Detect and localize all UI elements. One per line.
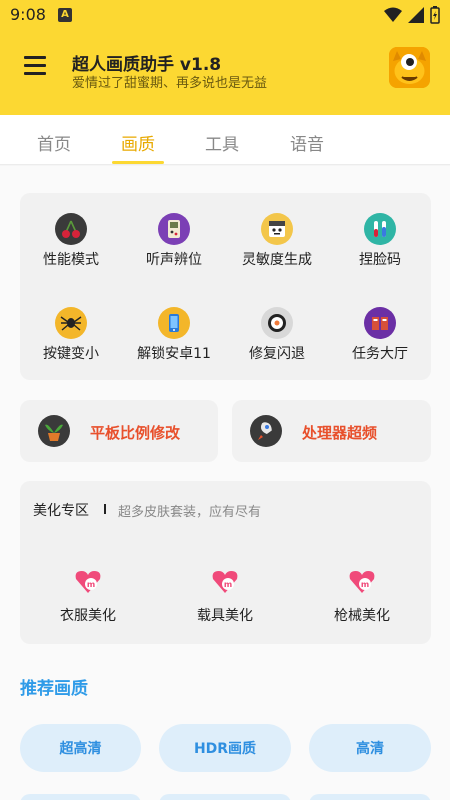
grid-item-label: 解锁安卓11 — [137, 346, 211, 362]
beautify-section: 美化专区 超多皮肤套装，应有尽有 m 衣服美化 m 载具美化 m 枪械美化 — [20, 481, 431, 644]
beautify-item-vehicle[interactable]: m 载具美化 — [180, 565, 270, 625]
tab-bar: 首页 画质 工具 语音 — [0, 115, 450, 165]
beautify-item-clothes[interactable]: m 衣服美化 — [43, 565, 133, 625]
chip-partial[interactable] — [20, 794, 141, 800]
beautify-title: 美化专区 — [33, 503, 89, 519]
grid-item-label: 捏脸码 — [359, 252, 401, 268]
grid-item-sensitivity[interactable]: 灵敏度生成 — [227, 213, 327, 269]
tab-voice[interactable]: 语音 — [290, 130, 324, 155]
grid-item-task-hall[interactable]: 任务大厅 — [330, 307, 430, 363]
chip-hd[interactable]: 高清 — [309, 724, 431, 772]
rocket-icon — [250, 415, 282, 447]
svg-text:m: m — [361, 580, 369, 589]
tab-quality[interactable]: 画质 — [121, 130, 155, 155]
beautify-item-weapon[interactable]: m 枪械美化 — [317, 565, 407, 625]
chip-ultra-hd[interactable]: 超高清 — [20, 724, 141, 772]
test-tubes-icon — [364, 213, 396, 245]
beautify-item-label: 衣服美化 — [60, 608, 116, 624]
chip-partial[interactable] — [309, 794, 431, 800]
yellow-monster-avatar-icon[interactable] — [389, 47, 430, 88]
grid-item-fix-crash[interactable]: 修复闪退 — [227, 307, 327, 363]
grid-item-label: 任务大厅 — [352, 346, 408, 362]
chip-hdr[interactable]: HDR画质 — [159, 724, 291, 772]
status-time: 9:08 — [10, 5, 46, 24]
tab-tools[interactable]: 工具 — [205, 130, 239, 155]
tab-active-indicator — [112, 161, 164, 164]
beautify-subtitle: 超多皮肤套装，应有尽有 — [118, 505, 262, 520]
spider-icon — [55, 307, 87, 339]
main-content: 性能模式 听声辨位 灵敏度生成 捏脸码 按键变小 解锁安卓11 修复闪退 任务大… — [0, 166, 450, 800]
notification-badge-icon: A — [58, 8, 72, 22]
grid-item-keys[interactable]: 按键变小 — [21, 307, 121, 363]
recommend-title: 推荐画质 — [20, 679, 88, 699]
svg-text:m: m — [87, 580, 95, 589]
cherry-icon — [55, 213, 87, 245]
sushi-icon — [261, 307, 293, 339]
signal-icon — [408, 7, 424, 23]
tablet-ratio-label: 平板比例修改 — [90, 424, 181, 442]
grid-item-label: 按键变小 — [43, 346, 99, 362]
phone-icon — [158, 307, 190, 339]
grid-item-label: 听声辨位 — [146, 252, 202, 268]
grid-item-label: 性能模式 — [43, 252, 99, 268]
pink-heart-m-icon: m — [209, 565, 241, 597]
face-icon — [261, 213, 293, 245]
grid-item-performance[interactable]: 性能模式 — [21, 213, 121, 269]
tab-home[interactable]: 首页 — [37, 130, 71, 155]
grid-item-label: 修复闪退 — [249, 346, 305, 362]
cpu-overclock-button[interactable]: 处理器超频 — [232, 400, 431, 462]
battery-icon — [430, 6, 440, 24]
pink-heart-m-icon: m — [72, 565, 104, 597]
grid-item-android[interactable]: 解锁安卓11 — [124, 307, 224, 363]
beautify-divider — [104, 504, 106, 514]
grid-item-sound[interactable]: 听声辨位 — [124, 213, 224, 269]
beautify-item-label: 载具美化 — [197, 608, 253, 624]
chip-partial[interactable] — [159, 794, 291, 800]
gameboy-icon — [158, 213, 190, 245]
potted-plant-icon — [38, 415, 70, 447]
grid-item-face-code[interactable]: 捏脸码 — [330, 213, 430, 269]
app-bar: 9:08 A 超人画质助手 v1.8 爱情过了甜蜜期、再多说也是无益 — [0, 0, 450, 115]
grid-item-label: 灵敏度生成 — [242, 252, 312, 268]
hamburger-menu-icon[interactable] — [24, 56, 48, 78]
cpu-overclock-label: 处理器超频 — [302, 424, 378, 442]
tablet-ratio-button[interactable]: 平板比例修改 — [20, 400, 218, 462]
pink-heart-m-icon: m — [346, 565, 378, 597]
lockers-icon — [364, 307, 396, 339]
feature-grid: 性能模式 听声辨位 灵敏度生成 捏脸码 按键变小 解锁安卓11 修复闪退 任务大… — [20, 193, 431, 380]
status-icons — [384, 6, 440, 24]
beautify-item-label: 枪械美化 — [334, 608, 390, 624]
wifi-icon — [384, 7, 402, 22]
app-subtitle: 爱情过了甜蜜期、再多说也是无益 — [72, 76, 268, 91]
svg-text:m: m — [224, 580, 232, 589]
status-bar: 9:08 A — [0, 0, 450, 30]
